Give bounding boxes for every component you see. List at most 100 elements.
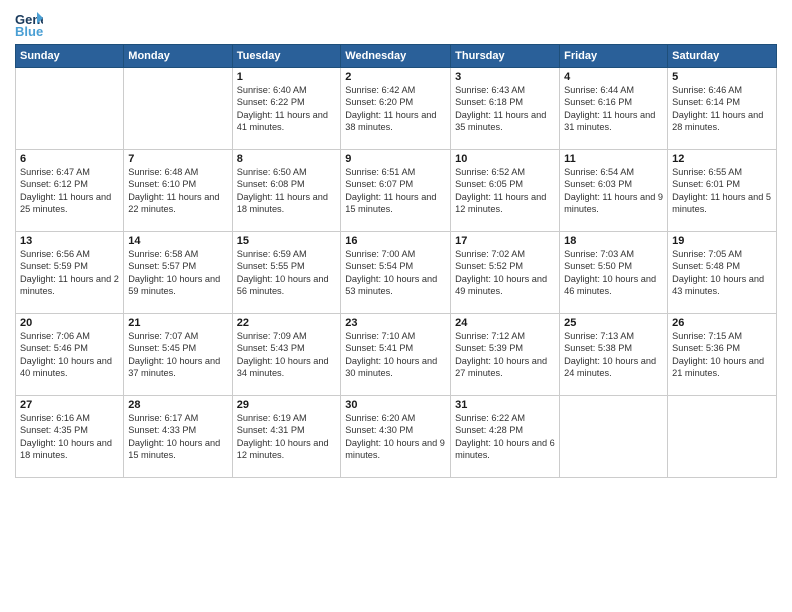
day-info: Sunrise: 6:44 AM Sunset: 6:16 PM Dayligh… (564, 84, 663, 134)
calendar-cell: 10Sunrise: 6:52 AM Sunset: 6:05 PM Dayli… (451, 150, 560, 232)
calendar-cell: 9Sunrise: 6:51 AM Sunset: 6:07 PM Daylig… (341, 150, 451, 232)
day-info: Sunrise: 6:20 AM Sunset: 4:30 PM Dayligh… (345, 412, 446, 462)
calendar-table: SundayMondayTuesdayWednesdayThursdayFrid… (15, 44, 777, 478)
day-number: 5 (672, 71, 772, 83)
calendar-week-row: 6Sunrise: 6:47 AM Sunset: 6:12 PM Daylig… (16, 150, 777, 232)
day-number: 27 (20, 399, 119, 411)
day-info: Sunrise: 6:43 AM Sunset: 6:18 PM Dayligh… (455, 84, 555, 134)
day-info: Sunrise: 7:12 AM Sunset: 5:39 PM Dayligh… (455, 330, 555, 380)
calendar-week-row: 20Sunrise: 7:06 AM Sunset: 5:46 PM Dayli… (16, 314, 777, 396)
day-info: Sunrise: 6:52 AM Sunset: 6:05 PM Dayligh… (455, 166, 555, 216)
day-info: Sunrise: 6:58 AM Sunset: 5:57 PM Dayligh… (128, 248, 227, 298)
calendar-cell: 26Sunrise: 7:15 AM Sunset: 5:36 PM Dayli… (668, 314, 777, 396)
day-number: 29 (237, 399, 337, 411)
calendar-cell: 15Sunrise: 6:59 AM Sunset: 5:55 PM Dayli… (232, 232, 341, 314)
day-number: 10 (455, 153, 555, 165)
calendar-cell: 12Sunrise: 6:55 AM Sunset: 6:01 PM Dayli… (668, 150, 777, 232)
day-number: 30 (345, 399, 446, 411)
day-number: 18 (564, 235, 663, 247)
header: General Blue (15, 10, 777, 38)
calendar-cell: 14Sunrise: 6:58 AM Sunset: 5:57 PM Dayli… (124, 232, 232, 314)
calendar-cell: 13Sunrise: 6:56 AM Sunset: 5:59 PM Dayli… (16, 232, 124, 314)
day-number: 19 (672, 235, 772, 247)
day-info: Sunrise: 6:48 AM Sunset: 6:10 PM Dayligh… (128, 166, 227, 216)
day-number: 3 (455, 71, 555, 83)
calendar-cell: 19Sunrise: 7:05 AM Sunset: 5:48 PM Dayli… (668, 232, 777, 314)
svg-text:Blue: Blue (15, 24, 43, 38)
day-number: 31 (455, 399, 555, 411)
day-info: Sunrise: 7:03 AM Sunset: 5:50 PM Dayligh… (564, 248, 663, 298)
calendar-cell: 20Sunrise: 7:06 AM Sunset: 5:46 PM Dayli… (16, 314, 124, 396)
calendar-cell: 22Sunrise: 7:09 AM Sunset: 5:43 PM Dayli… (232, 314, 341, 396)
logo: General Blue (15, 10, 47, 38)
day-number: 13 (20, 235, 119, 247)
calendar-cell: 5Sunrise: 6:46 AM Sunset: 6:14 PM Daylig… (668, 68, 777, 150)
header-cell-friday: Friday (560, 45, 668, 68)
day-info: Sunrise: 6:22 AM Sunset: 4:28 PM Dayligh… (455, 412, 555, 462)
day-info: Sunrise: 6:19 AM Sunset: 4:31 PM Dayligh… (237, 412, 337, 462)
calendar-cell: 24Sunrise: 7:12 AM Sunset: 5:39 PM Dayli… (451, 314, 560, 396)
day-info: Sunrise: 7:00 AM Sunset: 5:54 PM Dayligh… (345, 248, 446, 298)
calendar-header-row: SundayMondayTuesdayWednesdayThursdayFrid… (16, 45, 777, 68)
day-info: Sunrise: 6:17 AM Sunset: 4:33 PM Dayligh… (128, 412, 227, 462)
calendar-cell (668, 396, 777, 478)
day-info: Sunrise: 6:40 AM Sunset: 6:22 PM Dayligh… (237, 84, 337, 134)
header-cell-sunday: Sunday (16, 45, 124, 68)
day-info: Sunrise: 6:54 AM Sunset: 6:03 PM Dayligh… (564, 166, 663, 216)
day-info: Sunrise: 7:15 AM Sunset: 5:36 PM Dayligh… (672, 330, 772, 380)
day-number: 20 (20, 317, 119, 329)
calendar-cell: 11Sunrise: 6:54 AM Sunset: 6:03 PM Dayli… (560, 150, 668, 232)
day-info: Sunrise: 7:07 AM Sunset: 5:45 PM Dayligh… (128, 330, 227, 380)
calendar-cell: 25Sunrise: 7:13 AM Sunset: 5:38 PM Dayli… (560, 314, 668, 396)
day-info: Sunrise: 6:56 AM Sunset: 5:59 PM Dayligh… (20, 248, 119, 298)
calendar-cell: 30Sunrise: 6:20 AM Sunset: 4:30 PM Dayli… (341, 396, 451, 478)
day-number: 4 (564, 71, 663, 83)
day-number: 14 (128, 235, 227, 247)
day-number: 9 (345, 153, 446, 165)
calendar-week-row: 27Sunrise: 6:16 AM Sunset: 4:35 PM Dayli… (16, 396, 777, 478)
day-number: 17 (455, 235, 555, 247)
day-info: Sunrise: 6:51 AM Sunset: 6:07 PM Dayligh… (345, 166, 446, 216)
day-number: 26 (672, 317, 772, 329)
calendar-cell (16, 68, 124, 150)
calendar-cell: 17Sunrise: 7:02 AM Sunset: 5:52 PM Dayli… (451, 232, 560, 314)
calendar-cell (560, 396, 668, 478)
calendar-cell (124, 68, 232, 150)
calendar-cell: 18Sunrise: 7:03 AM Sunset: 5:50 PM Dayli… (560, 232, 668, 314)
day-number: 23 (345, 317, 446, 329)
calendar-cell: 7Sunrise: 6:48 AM Sunset: 6:10 PM Daylig… (124, 150, 232, 232)
calendar-cell: 8Sunrise: 6:50 AM Sunset: 6:08 PM Daylig… (232, 150, 341, 232)
calendar-week-row: 1Sunrise: 6:40 AM Sunset: 6:22 PM Daylig… (16, 68, 777, 150)
day-info: Sunrise: 7:13 AM Sunset: 5:38 PM Dayligh… (564, 330, 663, 380)
calendar-cell: 3Sunrise: 6:43 AM Sunset: 6:18 PM Daylig… (451, 68, 560, 150)
day-number: 25 (564, 317, 663, 329)
day-info: Sunrise: 7:09 AM Sunset: 5:43 PM Dayligh… (237, 330, 337, 380)
day-info: Sunrise: 6:16 AM Sunset: 4:35 PM Dayligh… (20, 412, 119, 462)
header-cell-tuesday: Tuesday (232, 45, 341, 68)
day-info: Sunrise: 6:55 AM Sunset: 6:01 PM Dayligh… (672, 166, 772, 216)
calendar-cell: 27Sunrise: 6:16 AM Sunset: 4:35 PM Dayli… (16, 396, 124, 478)
calendar-cell: 29Sunrise: 6:19 AM Sunset: 4:31 PM Dayli… (232, 396, 341, 478)
day-number: 22 (237, 317, 337, 329)
calendar-cell: 21Sunrise: 7:07 AM Sunset: 5:45 PM Dayli… (124, 314, 232, 396)
day-info: Sunrise: 6:59 AM Sunset: 5:55 PM Dayligh… (237, 248, 337, 298)
day-info: Sunrise: 7:05 AM Sunset: 5:48 PM Dayligh… (672, 248, 772, 298)
day-number: 1 (237, 71, 337, 83)
day-number: 21 (128, 317, 227, 329)
day-number: 28 (128, 399, 227, 411)
calendar-cell: 28Sunrise: 6:17 AM Sunset: 4:33 PM Dayli… (124, 396, 232, 478)
calendar-cell: 1Sunrise: 6:40 AM Sunset: 6:22 PM Daylig… (232, 68, 341, 150)
page: General Blue SundayMondayTuesdayWednesda… (0, 0, 792, 612)
day-info: Sunrise: 7:06 AM Sunset: 5:46 PM Dayligh… (20, 330, 119, 380)
day-info: Sunrise: 6:46 AM Sunset: 6:14 PM Dayligh… (672, 84, 772, 134)
header-cell-monday: Monday (124, 45, 232, 68)
day-number: 11 (564, 153, 663, 165)
day-number: 6 (20, 153, 119, 165)
calendar-cell: 31Sunrise: 6:22 AM Sunset: 4:28 PM Dayli… (451, 396, 560, 478)
day-number: 24 (455, 317, 555, 329)
day-info: Sunrise: 7:10 AM Sunset: 5:41 PM Dayligh… (345, 330, 446, 380)
day-number: 15 (237, 235, 337, 247)
calendar-cell: 16Sunrise: 7:00 AM Sunset: 5:54 PM Dayli… (341, 232, 451, 314)
header-cell-thursday: Thursday (451, 45, 560, 68)
calendar-week-row: 13Sunrise: 6:56 AM Sunset: 5:59 PM Dayli… (16, 232, 777, 314)
